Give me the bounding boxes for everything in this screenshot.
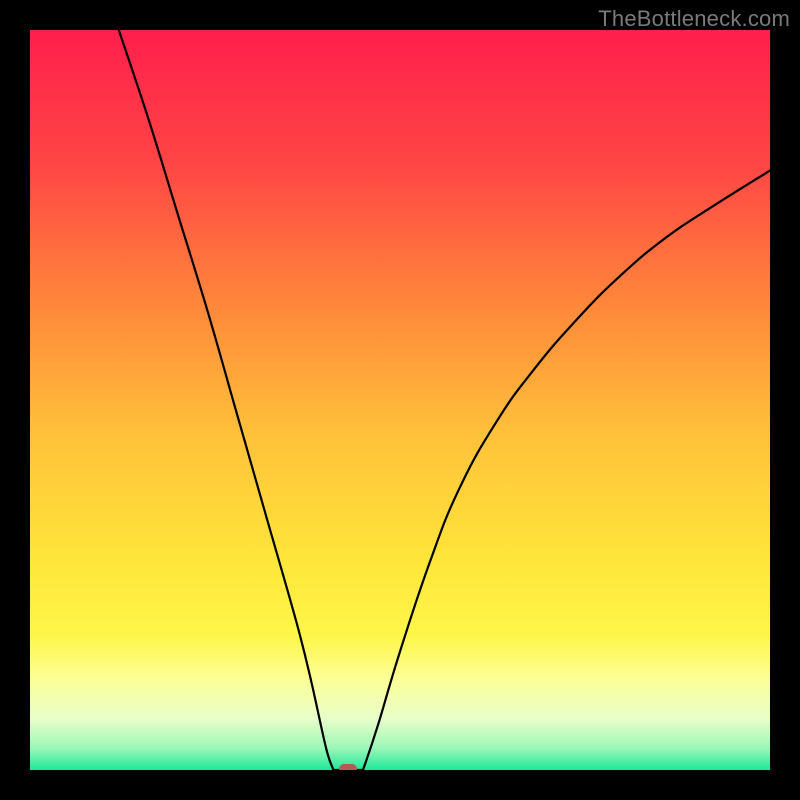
watermark-text: TheBottleneck.com	[598, 6, 790, 32]
plot-area	[30, 30, 770, 770]
bottleneck-chart	[30, 30, 770, 770]
chart-frame: TheBottleneck.com	[0, 0, 800, 800]
gradient-background	[30, 30, 770, 770]
optimum-marker	[339, 764, 357, 770]
